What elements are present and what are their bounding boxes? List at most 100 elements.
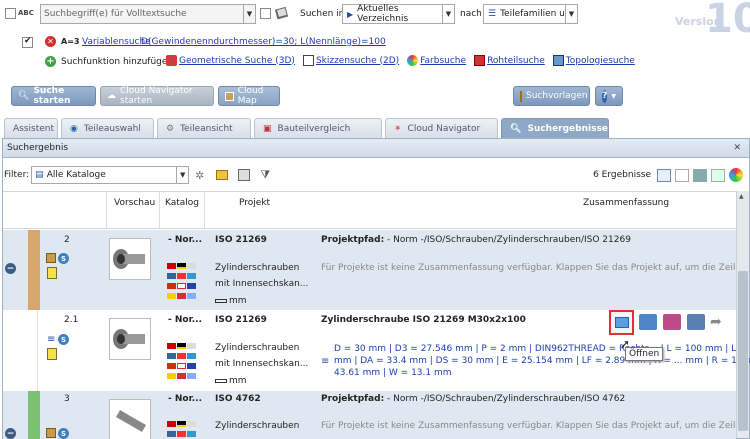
search-icon: 🔍︎: [510, 123, 522, 134]
flag-icon: [177, 373, 186, 379]
add-to-cart-icon[interactable]: [639, 314, 657, 330]
filter-icon[interactable]: ⧩: [260, 168, 270, 182]
search-templates-button[interactable]: Suchvorlagen ▼: [513, 86, 596, 106]
scroll-up-icon[interactable]: ▲: [739, 193, 744, 200]
vertical-scrollbar[interactable]: ▲: [736, 191, 749, 438]
project-desc: mit Innensechskan...: [215, 279, 309, 289]
flag-icon: [177, 353, 186, 359]
collapse-icon[interactable]: −: [5, 428, 16, 439]
variable-expression-link[interactable]: D(Gewindenenndurchmesser)=30; L(Nennläng…: [141, 37, 386, 47]
cloud-map-button[interactable]: Cloud Map: [218, 86, 280, 106]
add-function-label: Suchfunktion hinzufügen:: [61, 57, 177, 67]
chevron-down-icon[interactable]: ▼: [565, 5, 577, 23]
raw-part-search-item[interactable]: Rohteilsuche: [474, 55, 545, 66]
color-search-link[interactable]: Farbsuche: [420, 56, 466, 66]
catalog-filter-select[interactable]: ▤ Alle Kataloge ▼: [31, 166, 190, 184]
catalog-icon: ▤: [35, 170, 44, 180]
tab-suchergebnisse[interactable]: 🔍︎ Suchergebnisse: [501, 118, 609, 138]
raw-part-search-link[interactable]: Rohteilsuche: [487, 56, 545, 66]
geometric-search-item[interactable]: Geometrische Suche (3D): [166, 55, 295, 66]
tab-bauteilvergleich[interactable]: ▣ Bauteilvergleich: [254, 118, 382, 138]
results-panel-title: Suchergebnis ✕: [3, 139, 749, 158]
export-add-icon[interactable]: [687, 314, 705, 330]
tab-label: Teileansicht: [180, 123, 233, 134]
flag-icon: [177, 343, 186, 349]
tab-teileansicht[interactable]: ⚙ Teileansicht: [157, 118, 251, 138]
geometric-search-link[interactable]: Geometrische Suche (3D): [179, 56, 295, 66]
topology-search-link[interactable]: Topologiesuche: [566, 56, 635, 66]
flag-icon: [167, 293, 176, 299]
detail-view-icon[interactable]: [657, 168, 671, 182]
flag-icon: [167, 363, 176, 369]
ruler-icon: [215, 379, 227, 383]
open-button[interactable]: [609, 310, 634, 335]
summary-line: mm | DA = 33.4 mm | DS = 30 mm | E = 25.…: [334, 356, 750, 366]
catalog-filter-value: Alle Kataloge: [46, 170, 106, 180]
standard-icon: S: [58, 334, 69, 345]
tab-label: Suchergebnisse: [527, 123, 608, 134]
nach-label: nach: [460, 9, 482, 19]
flag-icon: [177, 263, 186, 269]
remove-icon[interactable]: ✕: [45, 36, 56, 47]
nach-select[interactable]: ☰ Teilefamilien und ▼: [483, 4, 578, 24]
grid-view-icon[interactable]: [675, 168, 689, 182]
settings-icon[interactable]: ✲: [195, 169, 204, 182]
language-flags: [167, 263, 203, 303]
tab-assistent[interactable]: Assistent: [4, 118, 58, 138]
result-count: 6 Ergebnisse: [593, 170, 651, 180]
unit-text: mm: [229, 376, 247, 386]
column-zusammenfassung[interactable]: Zusammenfassung: [583, 198, 669, 208]
start-search-label: Suche starten: [33, 86, 71, 106]
list-icon: ☰: [488, 9, 497, 19]
table-view-icon[interactable]: [693, 168, 707, 182]
column-projekt[interactable]: Projekt: [239, 198, 270, 208]
preview-thumbnail[interactable]: [109, 238, 151, 280]
project-desc: mit Innensechskan...: [215, 359, 309, 369]
column-katalog[interactable]: Katalog: [165, 198, 199, 208]
project-desc: Zylinderschrauben: [215, 421, 300, 431]
start-search-button[interactable]: 🔍︎ Suche starten: [11, 86, 96, 106]
tab-label: Bauteilvergleich: [277, 123, 351, 134]
project-name: ISO 4762: [215, 394, 261, 404]
add-view-icon[interactable]: [711, 168, 725, 182]
table-row[interactable]: 3 − S - Nor... ISO 4762 Zylinderschraube…: [3, 391, 736, 439]
cloud-navigator-button[interactable]: ☁ Cloud Navigator starten: [100, 86, 214, 106]
sketch-search-item[interactable]: Skizzensuche (2D): [302, 55, 399, 66]
flag-icon: [187, 353, 196, 359]
collapse-icon[interactable]: −: [5, 263, 16, 274]
table-row[interactable]: 2.1 ≡ S - Nor... ISO 21269 Zylinderschra…: [3, 310, 750, 391]
chevron-down-icon[interactable]: ▼: [442, 5, 454, 23]
column-vorschau[interactable]: Vorschau: [114, 198, 155, 208]
compare-add-icon[interactable]: [663, 314, 681, 330]
topology-search-item[interactable]: Topologiesuche: [552, 55, 635, 66]
flag-icon: [167, 431, 176, 437]
chevron-down-icon[interactable]: ▼: [243, 5, 255, 23]
fulltext-checkbox[interactable]: [5, 8, 16, 19]
project-name: ISO 21269: [215, 315, 267, 325]
table-row[interactable]: − 2 S - Nor... ISO 21269 Zylinderschraub…: [3, 230, 750, 310]
flag-icon: [187, 273, 196, 279]
preview-thumbnail[interactable]: [109, 318, 151, 360]
abc-label: ABC: [18, 9, 34, 17]
fulltext-placeholder: Suchbegriff(e) für Volltextsuche: [44, 9, 187, 19]
sketch-search-link[interactable]: Skizzensuche (2D): [316, 56, 399, 66]
color-view-icon[interactable]: [729, 168, 743, 182]
fulltext-search-input[interactable]: Suchbegriff(e) für Volltextsuche ▼: [40, 4, 256, 24]
close-icon[interactable]: ✕: [733, 143, 741, 153]
folder-star-icon[interactable]: [216, 170, 229, 180]
tab-teileauswahl[interactable]: ◉ Teileauswahl: [61, 118, 154, 138]
export-icon[interactable]: [238, 169, 251, 181]
search-in-label: Suchen in: [300, 9, 345, 19]
tab-cloud-navigator[interactable]: ✶ Cloud Navigator: [385, 118, 498, 138]
summary-line: 43.61 mm | W = 13.1 mm: [334, 368, 452, 378]
send-icon[interactable]: ➦: [710, 314, 728, 330]
map-icon: [225, 91, 234, 101]
divider: [204, 192, 205, 229]
search-in-select[interactable]: ▶ Aktuelles Verzeichnis ▼: [342, 4, 455, 24]
preview-thumbnail[interactable]: [109, 399, 151, 439]
chevron-down-icon[interactable]: ▼: [176, 167, 188, 183]
color-search-item[interactable]: Farbsuche: [407, 55, 466, 66]
help-button[interactable]: ? ▼: [595, 86, 623, 106]
book-icon[interactable]: [274, 6, 289, 20]
scroll-thumb[interactable]: [738, 271, 748, 431]
